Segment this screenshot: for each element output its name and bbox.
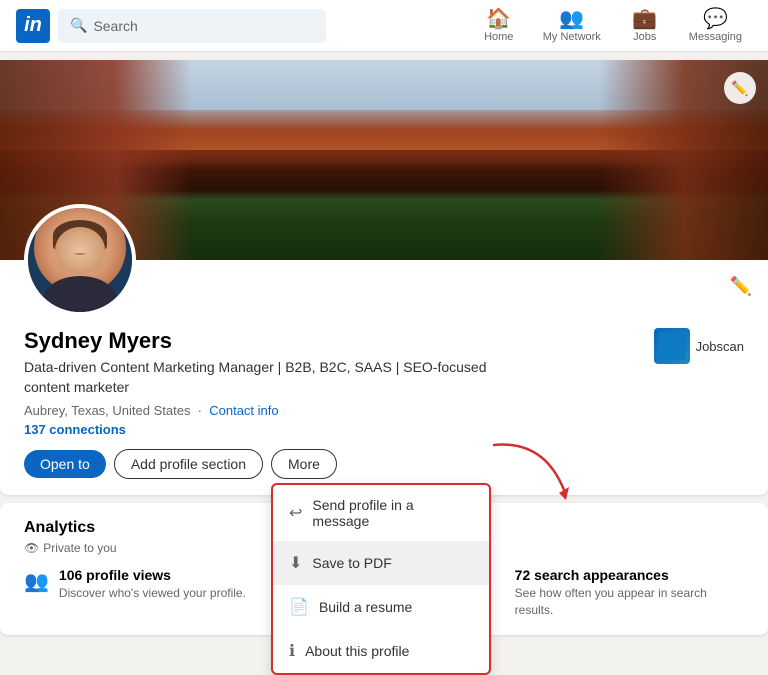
dropdown-send-profile-label: Send profile in a message (312, 497, 473, 529)
search-icon: 🔍 (70, 17, 87, 34)
main-content: ✏️ ✏️ Sydney Myers (0, 52, 768, 643)
edit-pencil-icon: ✏️ (730, 276, 752, 296)
profile-details: Sydney Myers Data-driven Content Marketi… (24, 328, 504, 437)
nav-messaging[interactable]: 💬 Messaging (679, 3, 752, 49)
linkedin-logo[interactable]: in (16, 9, 50, 43)
profile-location: Aubrey, Texas, United States · Contact i… (24, 403, 504, 418)
build-resume-icon: 📄 (289, 597, 309, 617)
dropdown-about-profile[interactable]: ℹ About this profile (273, 629, 489, 673)
dropdown-menu: ↩ Send profile in a message ⬇ Save to PD… (271, 483, 491, 675)
action-buttons: Open to Add profile section More ↩ Send … (24, 449, 744, 479)
avatar-face (55, 227, 105, 274)
search-appearances-count: 72 search appearances (515, 567, 744, 583)
profile-views-icon: 👥 (24, 569, 49, 594)
avatar-image (28, 208, 132, 312)
home-icon: 🏠 (486, 9, 511, 29)
add-section-button[interactable]: Add profile section (114, 449, 263, 479)
dropdown-save-pdf[interactable]: ⬇ Save to PDF (273, 541, 489, 585)
send-profile-icon: ↩ (289, 503, 302, 523)
dropdown-build-resume[interactable]: 📄 Build a resume (273, 585, 489, 629)
profile-card: ✏️ ✏️ Sydney Myers (0, 60, 768, 495)
avatar-smile (75, 251, 86, 255)
profile-info: ✏️ Sydney Myers Data-driven Content Mark… (0, 260, 768, 495)
search-bar[interactable]: 🔍 Search (58, 9, 326, 43)
more-button[interactable]: More (271, 449, 337, 479)
avatar-body (44, 276, 117, 312)
dropdown-build-resume-label: Build a resume (319, 599, 412, 615)
avatar (24, 204, 136, 316)
jobs-icon: 💼 (632, 9, 657, 29)
profile-views-count: 106 profile views (59, 567, 246, 583)
profile-headline: Data-driven Content Marketing Manager | … (24, 358, 504, 397)
nav-home-label: Home (484, 31, 513, 43)
eye-icon: 👁 (24, 541, 39, 555)
profile-edit-button[interactable]: ✏️ (730, 276, 752, 297)
open-to-button[interactable]: Open to (24, 450, 106, 478)
nav-network-label: My Network (543, 31, 601, 43)
nav-jobs-label: Jobs (633, 31, 656, 43)
nav-messaging-label: Messaging (689, 31, 742, 43)
navbar: in 🔍 Search 🏠 Home 👥 My Network 💼 Jobs 💬… (0, 0, 768, 52)
svg-text:J: J (669, 343, 673, 352)
cover-edit-button[interactable]: ✏️ (724, 72, 756, 104)
nav-home[interactable]: 🏠 Home (469, 3, 529, 49)
nav-network[interactable]: 👥 My Network (533, 3, 611, 49)
nav-items: 🏠 Home 👥 My Network 💼 Jobs 💬 Messaging (469, 3, 752, 49)
profile-top-row: Sydney Myers Data-driven Content Marketi… (24, 260, 744, 437)
more-dropdown-container: More ↩ Send profile in a message ⬇ Save … (271, 449, 337, 479)
messaging-icon: 💬 (703, 9, 728, 29)
profile-views-desc: Discover who's viewed your profile. (59, 585, 246, 602)
company-name: Jobscan (696, 339, 744, 354)
contact-info-link[interactable]: Contact info (209, 403, 278, 418)
nav-jobs[interactable]: 💼 Jobs (615, 3, 675, 49)
analytics-search-appearances[interactable]: 72 search appearances See how often you … (515, 567, 744, 619)
profile-name: Sydney Myers (24, 328, 504, 354)
dropdown-save-pdf-label: Save to PDF (312, 555, 391, 571)
connections-count[interactable]: 137 connections (24, 422, 504, 437)
jobscan-logo-svg: J (658, 332, 686, 360)
about-profile-icon: ℹ (289, 641, 295, 661)
network-icon: 👥 (559, 9, 584, 29)
company-logo: J (654, 328, 690, 364)
pencil-icon: ✏️ (731, 80, 748, 97)
save-pdf-icon: ⬇ (289, 553, 302, 573)
dropdown-about-profile-label: About this profile (305, 643, 409, 659)
analytics-profile-views[interactable]: 👥 106 profile views Discover who's viewe… (24, 567, 253, 619)
search-input[interactable]: Search (93, 18, 137, 34)
search-appearances-desc: See how often you appear in search resul… (515, 585, 744, 619)
dropdown-send-profile[interactable]: ↩ Send profile in a message (273, 485, 489, 541)
company-badge: J Jobscan (654, 328, 744, 364)
